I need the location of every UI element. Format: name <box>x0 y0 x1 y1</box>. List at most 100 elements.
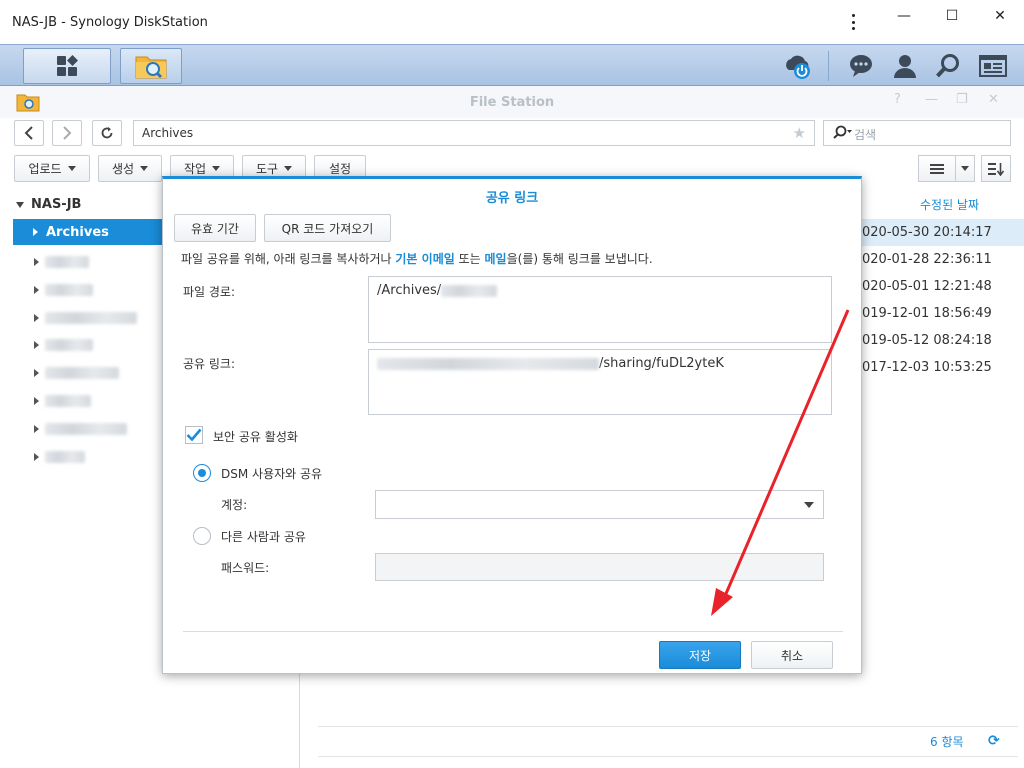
file-path-text: /Archives/ <box>377 283 442 298</box>
redacted-folder-name <box>45 256 89 268</box>
chevron-right-icon <box>63 126 72 140</box>
star-icon[interactable]: ★ <box>793 124 806 142</box>
tree-item[interactable] <box>34 422 127 436</box>
view-mode-dropdown[interactable] <box>955 155 975 182</box>
share-link-label: 공유 링크: <box>183 357 236 371</box>
fs-close-button[interactable]: ✕ <box>988 92 999 107</box>
redacted-folder-name <box>45 451 85 463</box>
cloud-power-icon[interactable] <box>782 51 814 81</box>
cancel-button[interactable]: 취소 <box>751 641 833 669</box>
widgets-icon[interactable] <box>977 51 1009 81</box>
sort-button[interactable] <box>981 155 1011 182</box>
modified-date: 019-12-01 18:56:49 <box>862 306 992 321</box>
table-row[interactable]: 020-05-30 20:14:17 <box>862 219 1024 246</box>
dialog-divider <box>183 631 843 632</box>
tree-item[interactable] <box>34 338 93 352</box>
expand-right-icon[interactable] <box>33 228 38 236</box>
action-label: 작업 <box>183 162 207 176</box>
minimize-button[interactable]: — <box>880 0 928 32</box>
file-path-field[interactable]: /Archives/ <box>368 276 832 343</box>
table-row[interactable]: 019-12-01 18:56:49 <box>862 300 1024 327</box>
account-label: 계정: <box>221 498 248 512</box>
tree-item[interactable] <box>34 311 137 325</box>
search-icon[interactable] <box>932 51 964 81</box>
table-row[interactable]: 020-01-28 22:36:11 <box>862 246 1024 273</box>
secure-share-checkbox[interactable] <box>185 426 203 444</box>
sort-icon <box>988 162 1004 176</box>
redacted-folder-name <box>45 284 93 296</box>
window-menu-icon[interactable] <box>846 12 860 32</box>
redacted-folder-name <box>45 312 137 324</box>
upload-label: 업로드 <box>28 162 62 176</box>
chat-icon[interactable] <box>845 51 877 81</box>
expand-right-icon[interactable] <box>34 453 39 461</box>
share-link-field[interactable]: /sharing/fuDL2yteK <box>368 349 832 415</box>
create-button[interactable]: 생성 <box>98 155 162 182</box>
close-button[interactable]: ✕ <box>976 0 1024 32</box>
expand-right-icon[interactable] <box>34 425 39 433</box>
upload-button[interactable]: 업로드 <box>14 155 90 182</box>
window-title: NAS-JB - Synology DiskStation <box>12 14 208 30</box>
search-filter-icon[interactable] <box>833 125 853 142</box>
mail-link[interactable]: 메일 <box>485 252 507 266</box>
column-header-modified[interactable]: 수정된 날짜 <box>920 196 979 213</box>
tree-item[interactable] <box>34 283 93 297</box>
validity-period-button[interactable]: 유효 기간 <box>174 214 256 242</box>
expand-right-icon[interactable] <box>34 341 39 349</box>
table-row[interactable]: 020-05-01 12:21:48 <box>862 273 1024 300</box>
fs-minimize-button[interactable]: — <box>925 92 938 107</box>
file-path-label: 파일 경로: <box>183 285 236 299</box>
expand-right-icon[interactable] <box>34 258 39 266</box>
tree-root-label: NAS-JB <box>31 197 82 212</box>
file-station-taskbar-button[interactable] <box>120 48 182 84</box>
expand-down-icon[interactable] <box>16 201 24 208</box>
table-row[interactable]: 017-12-03 10:53:25 <box>862 354 1024 381</box>
chevron-down-icon <box>284 166 293 171</box>
footer-refresh-icon[interactable]: ⟳ <box>988 733 1000 749</box>
fs-restore-button[interactable]: ❐ <box>956 92 968 107</box>
back-button[interactable] <box>14 120 44 146</box>
default-email-link[interactable]: 기본 이메일 <box>395 252 454 266</box>
expand-right-icon[interactable] <box>34 314 39 322</box>
tree-item[interactable] <box>34 450 85 464</box>
share-link-dialog: 공유 링크 유효 기간 QR 코드 가져오기 파일 공유를 위해, 아래 링크를… <box>162 176 862 674</box>
modified-date: 020-01-28 22:36:11 <box>862 252 992 267</box>
user-icon[interactable] <box>889 51 921 81</box>
tree-item[interactable] <box>34 255 89 269</box>
dialog-description: 파일 공유를 위해, 아래 링크를 복사하거나 기본 이메일 또는 메일을(를)… <box>181 250 653 267</box>
refresh-button[interactable] <box>92 120 122 146</box>
settings-label: 설정 <box>328 162 352 176</box>
desc-text: 을(를) 통해 링크를 보냅니다. <box>506 252 653 266</box>
modified-date: 017-12-03 10:53:25 <box>862 360 992 375</box>
view-mode-button[interactable] <box>918 155 956 182</box>
tree-item[interactable] <box>34 394 91 408</box>
help-button[interactable]: ? <box>894 92 901 107</box>
search-input[interactable]: 검색 <box>823 120 1011 146</box>
redacted-folder-name <box>45 367 119 379</box>
redacted-folder-name <box>45 339 93 351</box>
path-bar[interactable]: Archives ★ <box>133 120 815 146</box>
table-row[interactable]: 019-05-12 08:24:18 <box>862 327 1024 354</box>
account-select[interactable] <box>375 490 824 519</box>
redacted-folder-name <box>45 423 127 435</box>
expand-right-icon[interactable] <box>34 397 39 405</box>
share-others-radio[interactable] <box>193 527 211 545</box>
tools-label: 도구 <box>255 162 279 176</box>
list-view-icon <box>930 163 944 174</box>
qr-code-button[interactable]: QR 코드 가져오기 <box>264 214 391 242</box>
forward-button[interactable] <box>52 120 82 146</box>
modified-date: 020-05-30 20:14:17 <box>862 225 992 240</box>
main-menu-button[interactable] <box>23 48 111 84</box>
modified-date: 020-05-01 12:21:48 <box>862 279 992 294</box>
expand-right-icon[interactable] <box>34 286 39 294</box>
maximize-button[interactable]: ☐ <box>928 0 976 32</box>
share-dsm-radio[interactable] <box>193 464 211 482</box>
redacted-host <box>377 357 599 370</box>
redacted-filename <box>441 284 498 297</box>
expand-right-icon[interactable] <box>34 369 39 377</box>
save-button[interactable]: 저장 <box>659 641 741 669</box>
tree-root-nas[interactable]: NAS-JB <box>16 197 81 212</box>
chevron-down-icon <box>212 166 221 171</box>
tree-item[interactable] <box>34 366 119 380</box>
password-field[interactable] <box>375 553 824 581</box>
